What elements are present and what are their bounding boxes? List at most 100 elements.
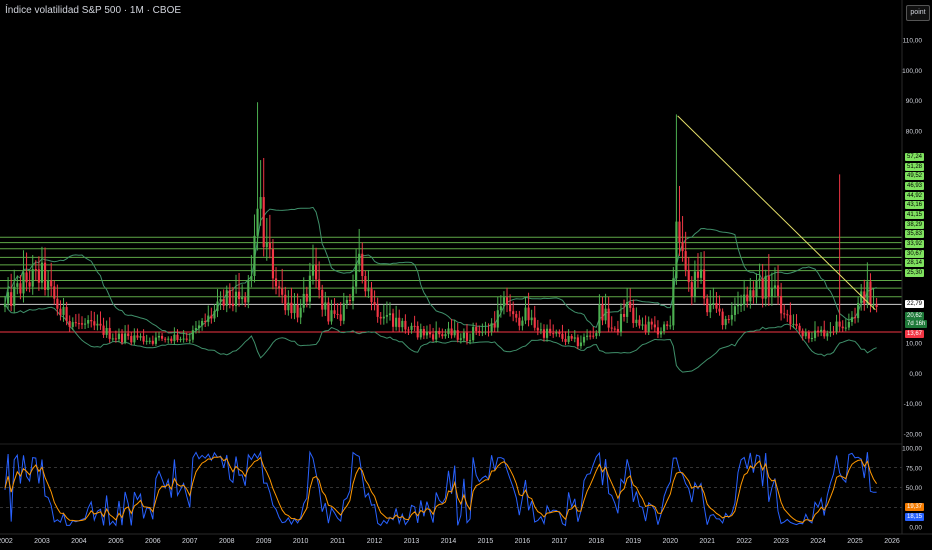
candle-body bbox=[16, 283, 19, 287]
candle-body bbox=[157, 335, 161, 338]
candle-body bbox=[176, 334, 179, 341]
candle-body bbox=[524, 307, 527, 321]
candle-body bbox=[330, 310, 333, 322]
candle-body bbox=[25, 272, 28, 283]
candle-body bbox=[672, 278, 675, 326]
candle-body bbox=[225, 290, 228, 306]
candle-body bbox=[589, 335, 592, 337]
candle-body bbox=[441, 334, 444, 337]
time-axis-label: 2007 bbox=[182, 538, 198, 545]
candle-body bbox=[552, 333, 555, 335]
candle-body bbox=[410, 325, 413, 330]
chart-canvas[interactable]: 2002 2003 2004 2005 2006 2007 2008 2009 2010 2011… bbox=[0, 0, 932, 550]
candle-body bbox=[250, 275, 253, 281]
candle-body bbox=[19, 283, 22, 294]
level-label-green: 25,30 bbox=[905, 268, 925, 277]
candle-body bbox=[820, 329, 823, 332]
candle-body bbox=[96, 323, 99, 326]
price-tick-label: -20,00 bbox=[904, 431, 923, 438]
candle-body bbox=[706, 298, 709, 313]
candle-body bbox=[182, 338, 185, 340]
candle-body bbox=[355, 264, 358, 287]
candle-body bbox=[77, 323, 80, 325]
candle-body bbox=[318, 279, 321, 290]
candle-body bbox=[241, 297, 244, 300]
candle-body bbox=[388, 313, 392, 316]
candle-body bbox=[65, 306, 68, 322]
candle-body bbox=[435, 330, 438, 340]
time-axis-label: 2013 bbox=[404, 538, 420, 545]
candle-body bbox=[696, 271, 700, 278]
time-axis-label: 2010 bbox=[293, 538, 309, 545]
candle-body bbox=[502, 297, 506, 307]
candle-body bbox=[398, 317, 401, 328]
candle-body bbox=[213, 311, 216, 319]
candle-body bbox=[136, 335, 139, 338]
candle-body bbox=[632, 307, 635, 324]
candle-body bbox=[653, 324, 656, 328]
candle-body bbox=[348, 299, 352, 301]
candle-body bbox=[274, 278, 278, 287]
candle-body bbox=[567, 336, 570, 342]
time-axis-label: 2014 bbox=[441, 538, 457, 545]
level-label-green: 33,92 bbox=[905, 239, 925, 248]
candle-body bbox=[395, 317, 398, 327]
candle-body bbox=[582, 336, 586, 343]
candle-body bbox=[265, 242, 268, 248]
candle-body bbox=[447, 328, 450, 335]
candle-body bbox=[573, 337, 576, 339]
candle-body bbox=[28, 282, 31, 287]
candle-body bbox=[327, 302, 330, 322]
candle-body bbox=[521, 320, 524, 326]
candle-body bbox=[875, 304, 878, 307]
price-tick-label: 80,00 bbox=[906, 129, 923, 136]
candle-body bbox=[595, 333, 598, 336]
candle-body bbox=[675, 221, 678, 279]
candle-body bbox=[764, 276, 767, 299]
level-label-green: 35,83 bbox=[905, 230, 925, 239]
candle-body bbox=[866, 281, 869, 304]
rsi-pane bbox=[0, 443, 902, 527]
candle-body bbox=[724, 318, 727, 326]
level-label-green: 30,67 bbox=[905, 249, 925, 258]
candle-body bbox=[281, 288, 284, 295]
candle-body bbox=[160, 335, 164, 339]
candle-body bbox=[93, 321, 96, 326]
time-axis-label: 2002 bbox=[0, 538, 13, 545]
candle-body bbox=[99, 323, 102, 326]
candle-body bbox=[207, 315, 210, 322]
chart-title: Índice volatilidad S&P 500 · 1M · CBOE bbox=[5, 5, 182, 16]
candle-body bbox=[133, 335, 136, 343]
candle-body bbox=[188, 339, 191, 341]
candle-body bbox=[154, 337, 157, 344]
candle-body bbox=[111, 338, 114, 340]
candle-body bbox=[561, 333, 564, 339]
candle-body bbox=[108, 328, 111, 339]
candle-body bbox=[407, 329, 410, 331]
candle-body bbox=[770, 288, 773, 297]
time-axis-label: 2021 bbox=[699, 538, 715, 545]
candle-body bbox=[545, 328, 549, 338]
candle-body bbox=[259, 197, 262, 209]
candle-body bbox=[773, 285, 777, 289]
candle-body bbox=[127, 333, 130, 337]
time-axis-label: 2018 bbox=[589, 538, 605, 545]
candle-body bbox=[703, 269, 706, 299]
candle-body bbox=[835, 321, 838, 332]
candle-body bbox=[647, 321, 650, 332]
candle-body bbox=[841, 326, 844, 329]
candle-body bbox=[373, 302, 376, 305]
time-axis-label: 2023 bbox=[773, 538, 789, 545]
candle-body bbox=[459, 338, 462, 340]
candle-body bbox=[761, 278, 764, 299]
time-axis-label: 2004 bbox=[71, 538, 87, 545]
point-mode-button[interactable]: point bbox=[906, 5, 930, 21]
candle-body bbox=[832, 331, 835, 333]
candle-body bbox=[422, 328, 425, 336]
candle-body bbox=[844, 327, 847, 329]
level-label-green: 43,16 bbox=[905, 201, 925, 210]
candle-body bbox=[490, 323, 493, 332]
candle-body bbox=[499, 306, 502, 311]
candle-body bbox=[311, 264, 315, 276]
candle-body bbox=[487, 331, 490, 333]
